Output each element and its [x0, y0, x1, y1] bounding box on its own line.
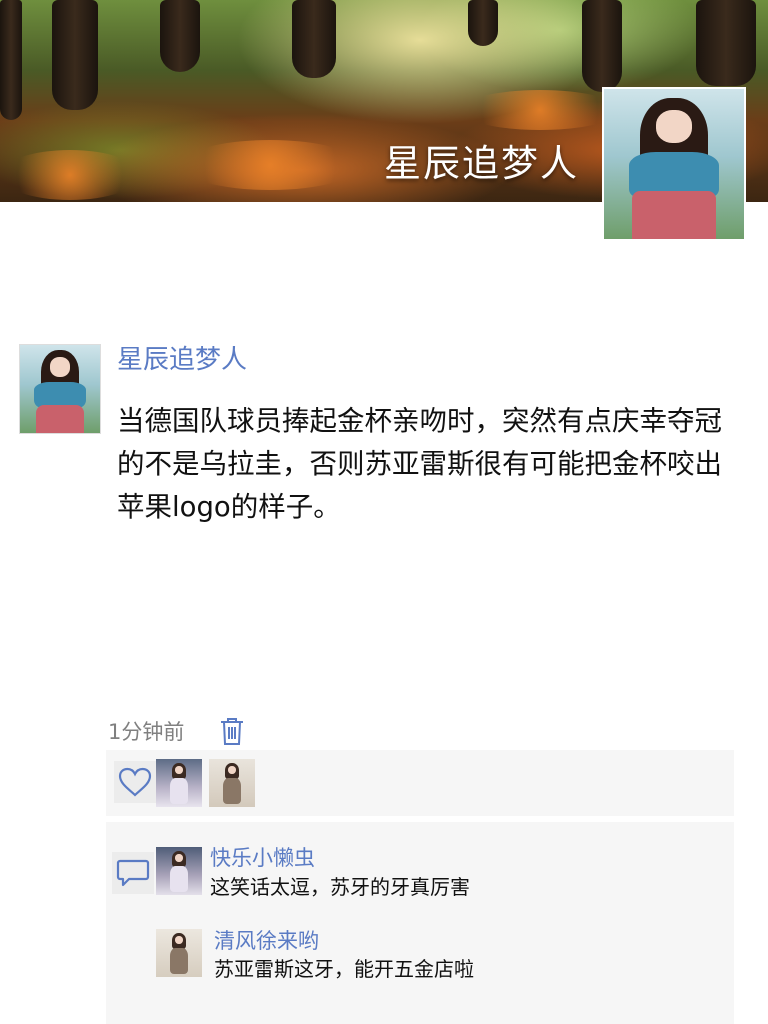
- trash-icon[interactable]: [219, 716, 245, 746]
- tree-trunk: [0, 0, 22, 120]
- liker-figure: [222, 762, 242, 805]
- fallen-leaves: [0, 150, 140, 200]
- post-author-avatar[interactable]: [19, 344, 101, 434]
- commenter-avatar[interactable]: [156, 929, 202, 977]
- tree-trunk: [292, 0, 336, 78]
- post-timestamp: 1分钟前: [108, 720, 185, 744]
- tree-trunk: [468, 0, 498, 46]
- liker-figure: [169, 762, 189, 805]
- heart-icon-svg: [118, 767, 152, 797]
- commenter-avatar[interactable]: [156, 847, 202, 895]
- avatar-face: [49, 357, 71, 377]
- comment-author[interactable]: 清风徐来哟: [214, 926, 319, 956]
- post-author-name[interactable]: 星辰追梦人: [117, 342, 247, 378]
- tree-trunk: [52, 0, 98, 110]
- comment-text: 这笑话太逗，苏牙的牙真厉害: [210, 875, 470, 899]
- figure-body: [169, 865, 189, 893]
- comments-panel: 快乐小懒虫 这笑话太逗，苏牙的牙真厉害 清风徐来哟 苏亚雷斯这牙，能开五金店啦: [106, 822, 734, 1024]
- heart-outline-icon[interactable]: [114, 761, 156, 803]
- fallen-leaves: [180, 140, 360, 190]
- avatar-skirt: [36, 404, 84, 433]
- comment-author[interactable]: 快乐小懒虫: [210, 843, 315, 873]
- cover-username: 星辰追梦人: [384, 142, 579, 185]
- liker-avatar[interactable]: [156, 759, 202, 807]
- tree-trunk: [582, 0, 622, 92]
- tree-trunk: [696, 0, 756, 86]
- liker-avatar[interactable]: [209, 759, 255, 807]
- tree-trunk: [160, 0, 200, 72]
- comment-icon-svg: [116, 859, 150, 887]
- post-text: 当德国队球员捧起金杯亲吻时，突然有点庆幸夺冠的不是乌拉圭，否则苏亚雷斯很有可能把…: [117, 405, 722, 523]
- fallen-leaves: [460, 90, 620, 130]
- commenter-figure: [169, 850, 189, 893]
- avatar-skirt: [632, 191, 716, 239]
- figure-body: [169, 777, 189, 805]
- comment-text: 苏亚雷斯这牙，能开五金店啦: [214, 957, 474, 981]
- likes-panel: [106, 750, 734, 816]
- trash-icon-svg: [221, 718, 243, 745]
- profile-avatar[interactable]: [602, 87, 746, 241]
- figure-body: [169, 947, 189, 975]
- avatar-face: [655, 110, 693, 143]
- figure-body: [222, 777, 242, 805]
- comment-bubble-icon[interactable]: [112, 852, 154, 894]
- commenter-figure: [169, 932, 189, 975]
